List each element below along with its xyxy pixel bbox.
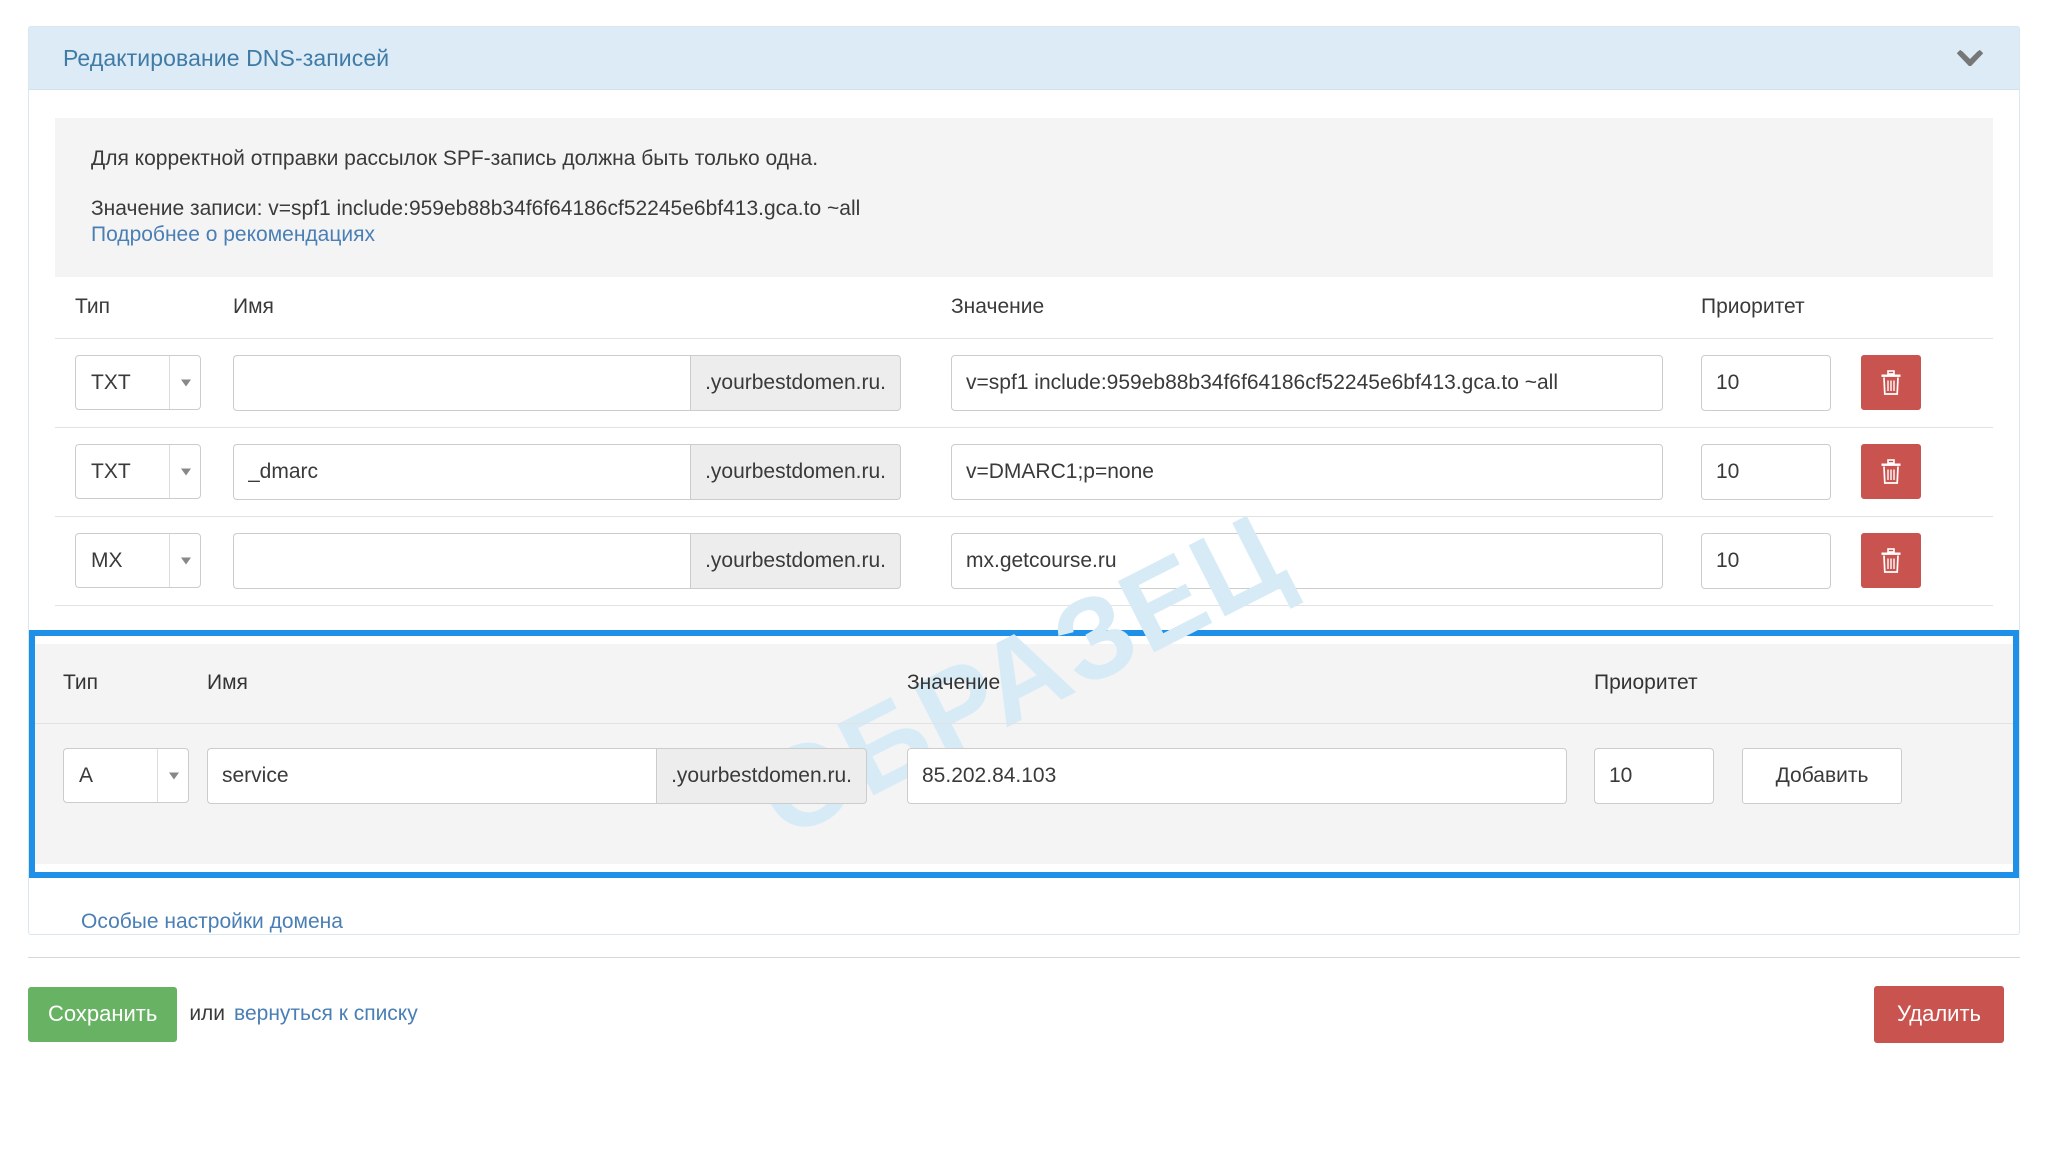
trash-icon xyxy=(1879,547,1903,574)
record-name-group: .yourbestdomen.ru. xyxy=(233,443,901,500)
add-record-highlight: ОБРАЗЕЦ Тип Имя Значение Приоритет A ser… xyxy=(29,486,2019,878)
chevron-down-icon[interactable] xyxy=(1953,41,1987,75)
record-value-input[interactable] xyxy=(951,443,1663,500)
column-header-type: Тип xyxy=(63,671,99,694)
record-priority-input[interactable] xyxy=(1701,354,1831,411)
table-row: TXT .yourbestdomen.ru. xyxy=(55,339,1993,428)
select-separator xyxy=(169,356,170,409)
column-header-value: Значение xyxy=(907,671,1001,694)
add-record-button[interactable]: Добавить xyxy=(1742,747,1902,804)
new-record-type-select[interactable]: A xyxy=(63,748,189,803)
chevron-down-icon xyxy=(181,379,191,386)
chevron-down-icon xyxy=(181,468,191,475)
page-title: Редактирование DNS-записей xyxy=(63,44,390,71)
dns-records-table: Тип Имя Значение Приоритет TXT .yourbest… xyxy=(55,277,1993,606)
back-to-list-link[interactable]: вернуться к списку xyxy=(234,1002,418,1026)
record-name-input[interactable] xyxy=(233,443,691,500)
record-priority-input[interactable] xyxy=(1701,532,1831,589)
record-type-value: MX xyxy=(91,548,123,572)
new-record-type-value: A xyxy=(79,763,94,787)
trash-icon xyxy=(1879,369,1903,396)
domain-suffix-label: .yourbestdomen.ru. xyxy=(656,747,867,804)
domain-suffix-label: .yourbestdomen.ru. xyxy=(690,354,901,411)
special-settings-wrap: Особые настройки домена xyxy=(55,878,1993,934)
add-record-block: ОБРАЗЕЦ Тип Имя Значение Приоритет A ser… xyxy=(35,486,2013,864)
delete-domain-button[interactable]: Удалить xyxy=(1874,985,2004,1043)
column-header-type: Тип xyxy=(75,295,111,318)
trash-icon xyxy=(1879,458,1903,485)
new-record-name-input[interactable] xyxy=(207,747,657,804)
table-header-row: Тип Имя Значение Приоритет xyxy=(55,277,1993,339)
add-record-row: A .yourbestdomen.ru. xyxy=(35,724,2013,828)
column-header-name: Имя xyxy=(207,671,248,694)
chevron-down-icon xyxy=(169,772,179,779)
save-button[interactable]: Сохранить xyxy=(28,986,178,1042)
special-domain-settings-link[interactable]: Особые настройки домена xyxy=(81,910,343,933)
domain-suffix-label: .yourbestdomen.ru. xyxy=(690,532,901,589)
or-label: или xyxy=(189,1002,226,1025)
dns-records-panel: Редактирование DNS-записей Для корректно… xyxy=(28,26,2020,935)
new-record-priority-input[interactable] xyxy=(1594,747,1714,804)
record-value-input[interactable] xyxy=(951,532,1663,589)
record-name-input[interactable] xyxy=(233,532,691,589)
select-separator xyxy=(169,534,170,587)
select-separator xyxy=(169,445,170,498)
domain-suffix-label: .yourbestdomen.ru. xyxy=(690,443,901,500)
spf-notice: Для корректной отправки рассылок SPF-зап… xyxy=(55,118,1993,277)
column-header-priority: Приоритет xyxy=(1594,671,1698,694)
footer-actions: Сохранить или вернуться к списку Удалить xyxy=(28,958,2020,1043)
column-header-name: Имя xyxy=(233,295,274,318)
select-separator xyxy=(157,749,158,802)
recommendations-link[interactable]: Подробнее о рекомендациях xyxy=(91,223,375,246)
table-row: MX .yourbestdomen.ru. xyxy=(55,517,1993,606)
record-type-select[interactable]: TXT xyxy=(75,444,201,499)
record-name-group: .yourbestdomen.ru. xyxy=(233,532,901,589)
record-type-value: TXT xyxy=(91,370,131,394)
dns-editor-page: Редактирование DNS-записей Для корректно… xyxy=(0,0,2048,1152)
record-type-select[interactable]: TXT xyxy=(75,355,201,410)
record-name-input[interactable] xyxy=(233,354,691,411)
new-record-value-input[interactable] xyxy=(907,747,1567,804)
new-record-name-group: .yourbestdomen.ru. xyxy=(207,747,867,804)
notice-line-1: Для корректной отправки рассылок SPF-зап… xyxy=(91,147,819,170)
table-row: TXT .yourbestdomen.ru. xyxy=(55,428,1993,517)
record-type-select[interactable]: MX xyxy=(75,533,201,588)
record-name-group: .yourbestdomen.ru. xyxy=(233,354,901,411)
record-type-value: TXT xyxy=(91,459,131,483)
column-header-priority: Приоритет xyxy=(1701,295,1805,318)
add-block-padding xyxy=(35,828,2013,864)
record-value-input[interactable] xyxy=(951,354,1663,411)
panel-body: Для корректной отправки рассылок SPF-зап… xyxy=(29,90,2019,934)
delete-record-button[interactable] xyxy=(1861,533,1921,588)
chevron-down-icon xyxy=(181,557,191,564)
delete-record-button[interactable] xyxy=(1861,355,1921,410)
delete-record-button[interactable] xyxy=(1861,444,1921,499)
add-header-row: Тип Имя Значение Приоритет xyxy=(35,644,2013,724)
notice-line-2: Значение записи: v=spf1 include:959eb88b… xyxy=(91,197,861,221)
panel-header: Редактирование DNS-записей xyxy=(29,27,2019,90)
column-header-value: Значение xyxy=(951,295,1045,318)
record-priority-input[interactable] xyxy=(1701,443,1831,500)
